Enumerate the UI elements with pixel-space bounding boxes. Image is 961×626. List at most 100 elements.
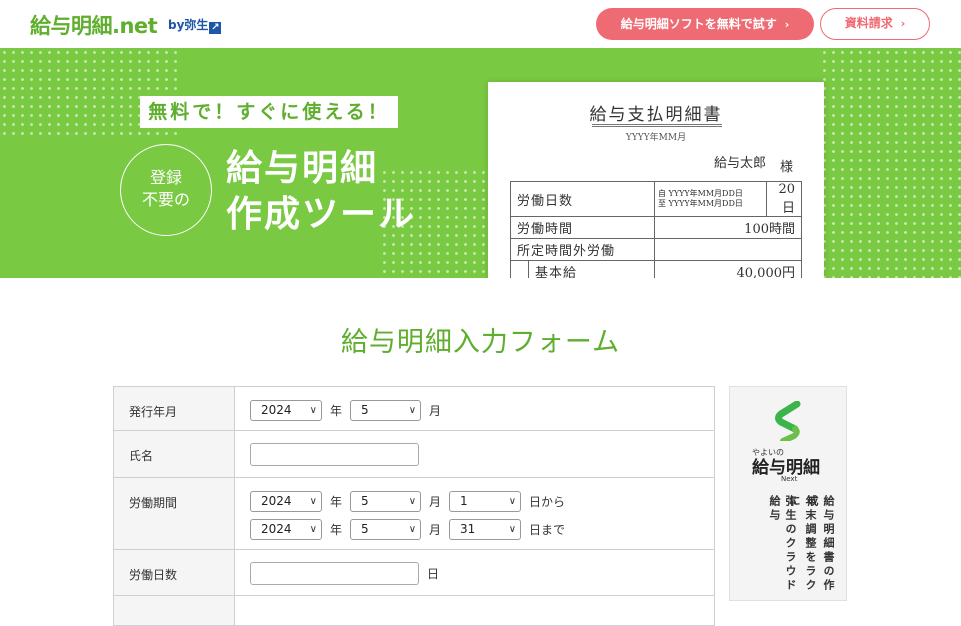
indent-cell <box>510 260 529 278</box>
payslip-period: 自 YYYY年MM月DD日 至 YYYY年MM月DD日 <box>654 181 767 217</box>
payslip-employee: 給与太郎 <box>714 156 767 171</box>
payslip-value: 20日 <box>766 181 802 217</box>
table-row: 労働日数 自 YYYY年MM月DD日 至 YYYY年MM月DD日 20日 <box>510 181 802 217</box>
chevron-down-icon: ∨ <box>309 495 317 507</box>
badge-line-2: 不要の <box>141 190 190 209</box>
period-start-line: 2024 ∨ 年 5 ∨ 月 1 ∨ 日から <box>250 490 714 512</box>
work-period-field: 2024 ∨ 年 5 ∨ 月 1 ∨ 日から 2024 ∨ 年 5 ∨ 月 31 ∨ 日まで <box>235 478 714 549</box>
end-year-select[interactable]: 2024 ∨ <box>250 518 322 540</box>
title-underline <box>592 124 722 127</box>
year-unit: 年 <box>330 403 343 418</box>
request-docs-label: 資料請求 <box>844 16 893 30</box>
end-month-select[interactable]: 5 ∨ <box>350 518 422 540</box>
end-suffix: 日まで <box>529 522 566 537</box>
dot-pattern <box>820 48 961 278</box>
payslip-label: 労働時間 <box>510 216 655 239</box>
site-header: 給与明細.net by弥生 ↗ 給与明細ソフトを無料で試す › 資料請求 › <box>0 0 961 48</box>
chevron-down-icon: ∨ <box>408 523 417 535</box>
end-day-select[interactable]: 31 ∨ <box>449 518 522 540</box>
end-year-value: 2024 <box>261 521 292 536</box>
form-row-work-period: 労働期間 2024 ∨ 年 5 ∨ 月 1 ∨ 日から 2024 ∨ 年 5 ∨ 月 31… <box>114 478 714 550</box>
period-to: 至 YYYY年MM月DD日 <box>658 199 743 208</box>
work-period-label: 労働期間 <box>114 478 235 549</box>
yayoi-payroll-ad-banner[interactable]: やよいの 給与明細 Next 給与明細書の作成 年末調整をラクに 弥生のクラウド… <box>729 386 847 601</box>
form-row-name: 氏名 <box>114 431 714 478</box>
payslip-input-form: 発行年月 2024 ∨ 年 5 ∨ 月 氏名 労働期間 2024 ∨ 年 5 ∨ 月 1… <box>113 386 715 626</box>
issue-date-label: 発行年月 <box>114 387 235 430</box>
name-input[interactable] <box>250 443 419 466</box>
hero-banner: 無料で！すぐに使える！ 登録 不要の 給与明細 作成ツール 給与支払明細書 YY… <box>0 48 961 278</box>
end-day-value: 31 <box>460 521 476 536</box>
issue-month-select[interactable]: 5 ∨ <box>350 399 422 421</box>
chevron-down-icon: ∨ <box>309 523 317 535</box>
end-month-value: 5 <box>361 521 369 536</box>
chevron-down-icon: ∨ <box>309 404 317 416</box>
free-trial-label: 給与明細ソフトを無料で試す <box>620 17 777 31</box>
form-row-workdays: 労働日数 日 <box>114 550 714 596</box>
start-year-select[interactable]: 2024 ∨ <box>250 490 322 512</box>
start-day-value: 1 <box>460 493 468 508</box>
registration-free-badge: 登録 不要の <box>120 144 212 236</box>
year-unit: 年 <box>330 494 343 509</box>
yayoi-byline[interactable]: by弥生 ↗ <box>168 16 222 34</box>
year-unit: 年 <box>330 522 343 537</box>
payslip-table: 労働日数 自 YYYY年MM月DD日 至 YYYY年MM月DD日 20日 労働時… <box>510 181 802 278</box>
chevron-down-icon: ∨ <box>408 404 417 416</box>
hero-title: 給与明細 作成ツール <box>226 146 416 238</box>
chevron-down-icon: ∨ <box>508 495 517 507</box>
form-title: 給与明細入力フォーム <box>340 327 621 358</box>
payslip-value <box>654 238 802 261</box>
workdays-label: 労働日数 <box>114 550 235 595</box>
hero-title-line-1: 給与明細 <box>226 148 379 189</box>
external-link-icon: ↗ <box>209 22 222 34</box>
start-day-select[interactable]: 1 ∨ <box>449 490 522 512</box>
payslip-label: 労働日数 <box>510 181 655 217</box>
start-year-value: 2024 <box>261 493 292 508</box>
free-trial-button[interactable]: 給与明細ソフトを無料で試す › <box>596 8 814 40</box>
issue-year-select[interactable]: 2024 ∨ <box>250 399 322 421</box>
workdays-input[interactable] <box>250 561 419 585</box>
start-suffix: 日から <box>529 494 566 509</box>
name-field <box>235 431 714 477</box>
banner-next: Next <box>781 475 798 483</box>
period-from: 自 YYYY年MM月DD日 <box>658 189 743 198</box>
chevron-right-icon: › <box>900 17 906 30</box>
issue-date-line: 2024 ∨ 年 5 ∨ 月 <box>250 399 714 421</box>
site-logo[interactable]: 給与明細.net <box>30 10 158 40</box>
request-docs-button[interactable]: 資料請求 › <box>820 8 930 40</box>
next-row-label <box>114 596 235 625</box>
table-row: 所定時間外労働 <box>510 238 802 261</box>
payslip-date: YYYY年MM月 <box>625 133 687 143</box>
chevron-down-icon: ∨ <box>408 495 417 507</box>
issue-month-value: 5 <box>361 402 369 417</box>
form-row-issue-date: 発行年月 2024 ∨ 年 5 ∨ 月 <box>114 387 714 431</box>
period-end-line: 2024 ∨ 年 5 ∨ 月 31 ∨ 日まで <box>250 518 714 540</box>
month-unit: 月 <box>429 522 442 537</box>
byline-text: by弥生 <box>168 18 209 32</box>
start-month-value: 5 <box>361 493 369 508</box>
table-row: 基本給 40,000円 <box>510 260 802 278</box>
yayoi-s-logo-icon <box>775 401 801 441</box>
payslip-honorific: 様 <box>780 160 794 175</box>
next-row-field <box>235 596 714 625</box>
payslip-title: 給与支払明細書 <box>589 105 723 125</box>
badge-line-1: 登録 <box>149 168 182 187</box>
month-unit: 月 <box>429 403 442 418</box>
payslip-value: 100時間 <box>654 216 802 239</box>
month-unit: 月 <box>429 494 442 509</box>
hero-title-line-2: 作成ツール <box>226 194 417 235</box>
chevron-down-icon: ∨ <box>508 523 517 535</box>
start-month-select[interactable]: 5 ∨ <box>350 490 422 512</box>
payslip-label: 所定時間外労働 <box>510 238 655 261</box>
issue-date-field: 2024 ∨ 年 5 ∨ 月 <box>235 387 714 430</box>
name-label: 氏名 <box>114 431 235 477</box>
workdays-line: 日 <box>250 561 714 585</box>
issue-year-value: 2024 <box>261 402 292 417</box>
payslip-value: 40,000円 <box>654 260 802 278</box>
day-unit: 日 <box>427 566 440 581</box>
payslip-preview: 給与支払明細書 YYYY年MM月 給与太郎 様 労働日数 自 YYYY年MM月D… <box>488 82 824 278</box>
payslip-label: 基本給 <box>528 260 655 278</box>
chevron-right-icon: › <box>784 18 790 31</box>
workdays-field: 日 <box>235 550 714 595</box>
hero-tagline: 無料で！すぐに使える！ <box>140 96 398 128</box>
